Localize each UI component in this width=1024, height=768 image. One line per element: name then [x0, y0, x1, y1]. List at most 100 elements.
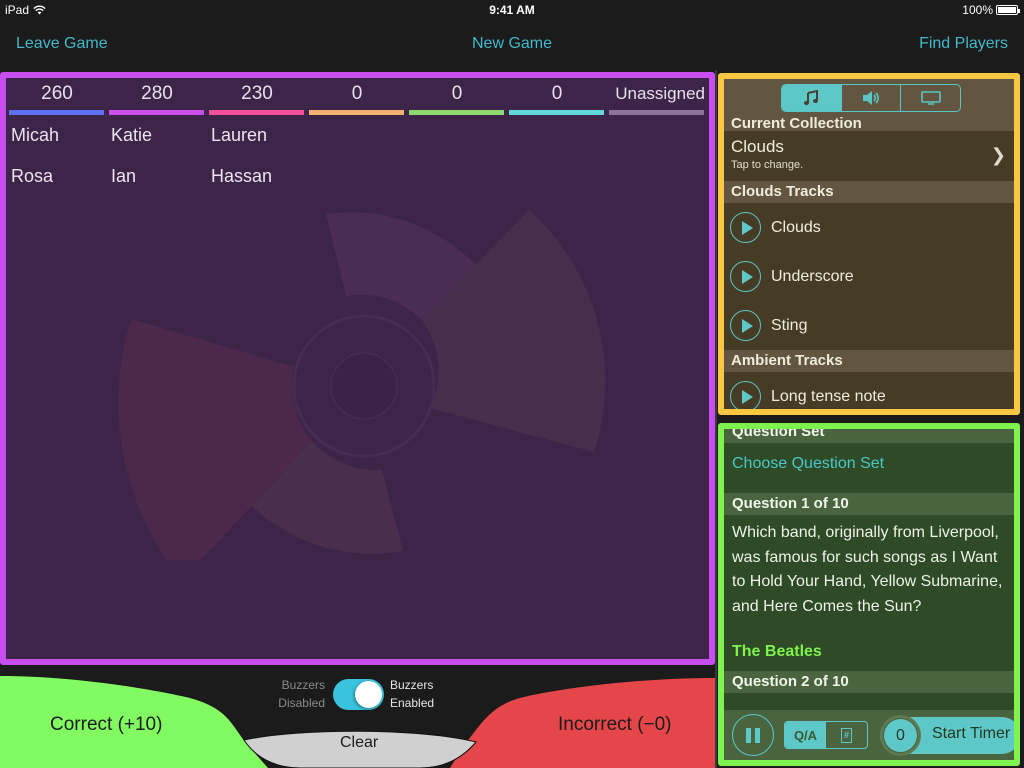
app-logo-watermark — [118, 210, 606, 560]
team-column[interactable]: 280 Katie Ian — [109, 78, 209, 205]
team-score: 260 — [41, 83, 73, 104]
question-set-header: Question Set — [724, 429, 1014, 443]
team-players — [609, 115, 705, 123]
collection-tracks-list: Clouds Underscore Sting — [724, 203, 1014, 350]
clock: 9:41 AM — [489, 3, 535, 17]
start-timer-label: Start Timer — [932, 725, 1011, 742]
battery-percent: 100% — [962, 3, 993, 17]
play-icon[interactable] — [730, 261, 761, 292]
team-players — [309, 115, 405, 123]
tab-sound-effects[interactable] — [842, 85, 902, 111]
scoring-controls: Correct (+10) Incorrect (−0) Clear Buzze… — [0, 666, 715, 768]
team-score: 280 — [141, 83, 173, 104]
buzzers-disabled-line2: Disabled — [278, 696, 325, 710]
team-column[interactable]: Unassigned — [609, 78, 709, 205]
team-players — [409, 115, 505, 123]
team-column[interactable]: 0 — [409, 78, 509, 205]
track-item[interactable]: Long tense note — [724, 372, 1014, 409]
play-icon[interactable] — [730, 212, 761, 243]
play-triangle — [741, 389, 753, 404]
team-players: Katie Ian — [109, 115, 205, 205]
speaker-icon — [863, 91, 879, 105]
find-players-button[interactable]: Find Players — [919, 35, 1008, 53]
buzzers-enabled-line2: Enabled — [390, 696, 435, 710]
mode-qa-button[interactable]: Q/A — [785, 722, 826, 748]
player-name[interactable]: Katie — [109, 123, 205, 164]
choose-question-set-button[interactable]: Choose Question Set — [724, 443, 1014, 493]
question-1-answer: The Beatles — [732, 643, 822, 660]
team-score: 230 — [241, 83, 273, 104]
track-label: Underscore — [771, 267, 854, 285]
track-item[interactable]: Clouds — [724, 203, 1014, 252]
collection-hint: Tap to change. — [731, 159, 804, 171]
track-item[interactable]: Sting — [724, 301, 1014, 350]
track-item[interactable]: Underscore — [724, 252, 1014, 301]
play-icon[interactable] — [730, 310, 761, 341]
pause-icon-bar — [755, 727, 760, 743]
teams-panel: 260 Micah Rosa 280 Katie Ian 230 Lauren Hassan 0 0… — [0, 72, 715, 665]
buzzers-enabled-label: Buzzers Enabled — [390, 676, 434, 712]
correct-button[interactable]: Correct (+10) — [50, 714, 162, 736]
team-column[interactable]: 230 Lauren Hassan — [209, 78, 309, 205]
leave-game-button[interactable]: Leave Game — [16, 35, 108, 53]
question-1-header: Question 1 of 10 — [724, 493, 1014, 515]
player-name[interactable]: Ian — [109, 164, 205, 205]
start-timer-button[interactable]: 0 Start Timer — [880, 715, 1014, 756]
player-name[interactable]: Rosa — [9, 164, 105, 205]
buzzers-toggle[interactable] — [333, 679, 384, 710]
incorrect-button[interactable]: Incorrect (−0) — [558, 714, 672, 736]
current-collection-row[interactable]: Clouds Tap to change. ❯ — [724, 131, 1014, 181]
tab-music[interactable] — [782, 85, 842, 111]
timer-count: 0 — [880, 715, 921, 756]
team-column[interactable]: 0 — [309, 78, 409, 205]
audio-segmented-control — [781, 84, 961, 112]
display-mode-segmented-control: Q/A # — [784, 721, 868, 749]
team-players — [509, 115, 605, 123]
track-label: Sting — [771, 316, 808, 334]
mode-number-button[interactable]: # — [826, 722, 867, 748]
timer-value: 0 — [884, 719, 917, 752]
collection-tracks-header: Clouds Tracks — [724, 181, 1014, 203]
team-score: 0 — [351, 83, 363, 104]
new-game-button[interactable]: New Game — [472, 35, 552, 52]
track-label: Long tense note — [771, 387, 886, 405]
status-bar: iPad 9:41 AM 100% — [0, 0, 1024, 20]
player-name[interactable]: Hassan — [209, 164, 305, 205]
toggle-knob — [355, 681, 382, 708]
play-triangle — [741, 220, 753, 235]
nav-center: New Game — [0, 35, 1024, 53]
logo-hub-inner — [330, 352, 398, 420]
team-players: Micah Rosa — [9, 115, 105, 205]
panel-divider — [715, 70, 717, 768]
music-note-icon — [804, 90, 819, 105]
question-2-header: Question 2 of 10 — [724, 671, 1014, 693]
buzzers-enabled-line1: Buzzers — [390, 678, 434, 692]
chevron-right-icon: ❯ — [990, 145, 1006, 165]
nav-bar: Leave Game New Game Find Players — [0, 20, 1024, 70]
play-icon[interactable] — [730, 381, 761, 409]
player-name[interactable]: Micah — [9, 123, 105, 164]
question-1-text: Which band, originally from Liverpool, w… — [732, 524, 1003, 615]
player-name[interactable]: Lauren — [209, 123, 305, 164]
ambient-tracks-header: Ambient Tracks — [724, 350, 1014, 372]
audio-panel: Current Collection Clouds Tap to change.… — [718, 73, 1020, 415]
tab-display[interactable] — [901, 85, 960, 111]
question-panel: Question Set Choose Question Set Questio… — [718, 423, 1020, 766]
buzzers-disabled-label: Buzzers Disabled — [270, 676, 325, 712]
number-icon: # — [841, 727, 852, 743]
ambient-tracks-list: Long tense note — [724, 372, 1014, 409]
team-score: Unassigned — [615, 84, 705, 103]
team-players: Lauren Hassan — [209, 115, 305, 205]
buzzers-disabled-line1: Buzzers — [281, 678, 325, 692]
pause-button[interactable] — [732, 714, 774, 756]
play-triangle — [741, 269, 753, 284]
team-score: 0 — [451, 83, 463, 104]
audio-tabs-area: Current Collection — [724, 79, 1014, 132]
collection-name: Clouds — [731, 137, 784, 156]
tv-icon — [920, 91, 941, 105]
question-toolbar: Q/A # 0 Start Timer — [724, 710, 1014, 760]
team-column[interactable]: 0 — [509, 78, 609, 205]
battery-icon — [996, 5, 1020, 15]
clear-button[interactable]: Clear — [340, 734, 378, 752]
team-column[interactable]: 260 Micah Rosa — [9, 78, 109, 205]
